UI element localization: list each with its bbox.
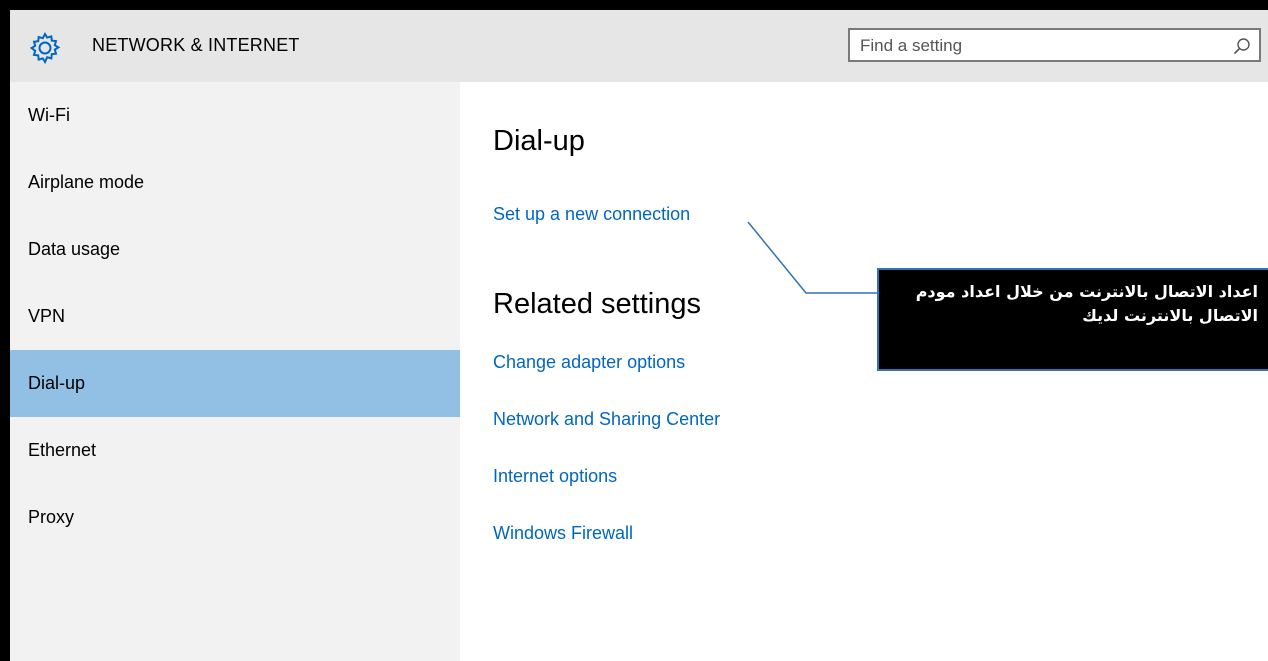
sidebar-item-proxy[interactable]: Proxy [10, 484, 460, 551]
title-bar: NETWORK & INTERNET [10, 10, 1268, 82]
search-input[interactable] [858, 30, 1222, 62]
sidebar-nav: Wi-Fi Airplane mode Data usage VPN Dial-… [10, 82, 460, 661]
sidebar-item-airplane-mode[interactable]: Airplane mode [10, 149, 460, 216]
sidebar-item-vpn[interactable]: VPN [10, 283, 460, 350]
search-icon[interactable] [1233, 37, 1251, 55]
windows-firewall-link[interactable]: Windows Firewall [493, 523, 633, 544]
gear-icon [29, 31, 61, 65]
page-title: Dial-up [493, 125, 585, 157]
internet-options-link[interactable]: Internet options [493, 466, 617, 487]
setup-new-connection-link[interactable]: Set up a new connection [493, 204, 690, 225]
sidebar-item-data-usage[interactable]: Data usage [10, 216, 460, 283]
sidebar-item-dial-up[interactable]: Dial-up [10, 350, 460, 417]
related-settings-heading: Related settings [493, 288, 701, 320]
annotation-callout: اعداد الاتصال بالانترنت من خلال اعداد مو… [877, 268, 1268, 371]
sidebar-item-wifi[interactable]: Wi-Fi [10, 82, 460, 149]
app-title: NETWORK & INTERNET [92, 35, 300, 55]
search-box[interactable] [848, 28, 1261, 62]
content-pane: Dial-up Set up a new connection Related … [460, 82, 1268, 661]
network-sharing-center-link[interactable]: Network and Sharing Center [493, 409, 720, 430]
sidebar-item-ethernet[interactable]: Ethernet [10, 417, 460, 484]
change-adapter-options-link[interactable]: Change adapter options [493, 352, 685, 373]
